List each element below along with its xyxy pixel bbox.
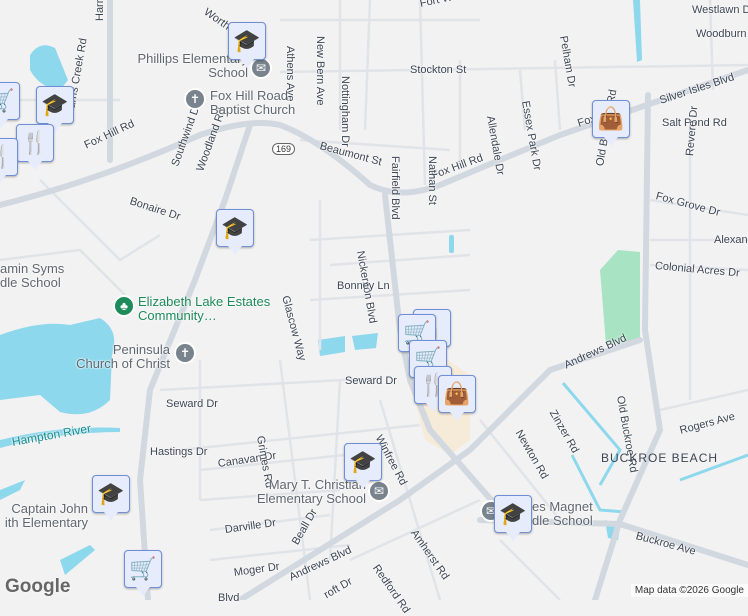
area-label-buckroe-beach: BUCKROE BEACH: [601, 451, 719, 465]
poi-elizabeth-lake[interactable]: Elizabeth Lake Estates Community…: [138, 295, 278, 323]
school-icon[interactable]: ✉: [368, 480, 390, 502]
park-icon[interactable]: ♣: [113, 295, 135, 317]
road-label-new-bern: New Bern Ave: [314, 36, 326, 106]
google-logo: Google: [5, 576, 71, 597]
school-marker[interactable]: 🎓: [36, 86, 74, 132]
road-label-seward-2: Seward Dr: [166, 398, 218, 410]
poi-mary-christian[interactable]: Mary T. Christian Elementary School: [246, 478, 366, 506]
school-marker[interactable]: 🎓: [344, 443, 382, 489]
road-label-harris-c: Harris C: [94, 0, 106, 21]
road-label-andrews-3: Blvd: [218, 592, 240, 604]
shopping-marker[interactable]: 👜: [592, 100, 630, 146]
road-label-fairfield: Fairfield Blvd: [389, 156, 401, 220]
map-attribution[interactable]: Map data ©2026 Google: [630, 584, 748, 597]
restaurant-marker[interactable]: 🍴: [0, 138, 18, 184]
church-icon[interactable]: ✝: [174, 342, 196, 364]
shopping-cart-icon: 🛒: [0, 88, 15, 113]
road-label-nathan: Nathan St: [426, 156, 438, 205]
school-marker[interactable]: 🎓: [494, 495, 532, 541]
road-label-stockton: Stockton St: [410, 64, 467, 76]
road-label-nottingham: Nottingham Dr: [339, 76, 351, 147]
shopping-bag-icon: 👜: [597, 106, 625, 131]
road-label-seward: Seward Dr: [345, 375, 397, 387]
road-label-woodburn: Woodburn: [696, 28, 747, 40]
shopping-cart-icon: 🛒: [129, 556, 157, 581]
graduation-cap-icon: 🎓: [233, 28, 261, 53]
church-icon[interactable]: ✝: [184, 88, 206, 110]
school-marker[interactable]: 🎓: [92, 475, 130, 521]
road-label-alexan: Alexan: [714, 234, 748, 246]
road-label-bonney: Bonney Ln: [337, 280, 390, 292]
graduation-cap-icon: 🎓: [499, 501, 527, 526]
poi-peninsula-church[interactable]: Peninsula Church of Christ: [70, 343, 170, 371]
graduation-cap-icon: 🎓: [97, 481, 125, 506]
poi-magnet-middle[interactable]: es Magnet dle School: [532, 500, 593, 528]
graduation-cap-icon: 🎓: [221, 215, 249, 240]
map[interactable]: 169 Fox Hill Rd Fox Hill Rd Fox Hill Rd …: [0, 0, 748, 616]
shopping-bag-icon: 👜: [443, 381, 471, 406]
grocery-marker[interactable]: 🛒: [124, 550, 162, 596]
restaurant-marker[interactable]: 🍴: [16, 124, 54, 170]
school-marker[interactable]: 🎓: [228, 22, 266, 68]
fork-knife-icon: 🍴: [0, 144, 13, 170]
school-marker[interactable]: 🎓: [216, 209, 254, 255]
route-169-shield: 169: [272, 143, 296, 155]
poi-captain-john-smith[interactable]: Captain John ith Elementary: [0, 502, 88, 530]
poi-syms-middle[interactable]: amin Syms dle School: [0, 262, 64, 290]
shopping-marker[interactable]: 👜: [438, 375, 476, 421]
fork-knife-icon: 🍴: [21, 130, 49, 155]
road-label-westlawn: Westlawn D: [692, 4, 748, 16]
road-label-hastings: Hastings Dr: [150, 446, 208, 458]
poi-fox-hill-baptist[interactable]: Fox Hill Road Baptist Church: [210, 89, 310, 117]
graduation-cap-icon: 🎓: [41, 92, 69, 117]
graduation-cap-icon: 🎓: [349, 449, 377, 474]
grocery-marker[interactable]: 🛒: [0, 82, 20, 128]
